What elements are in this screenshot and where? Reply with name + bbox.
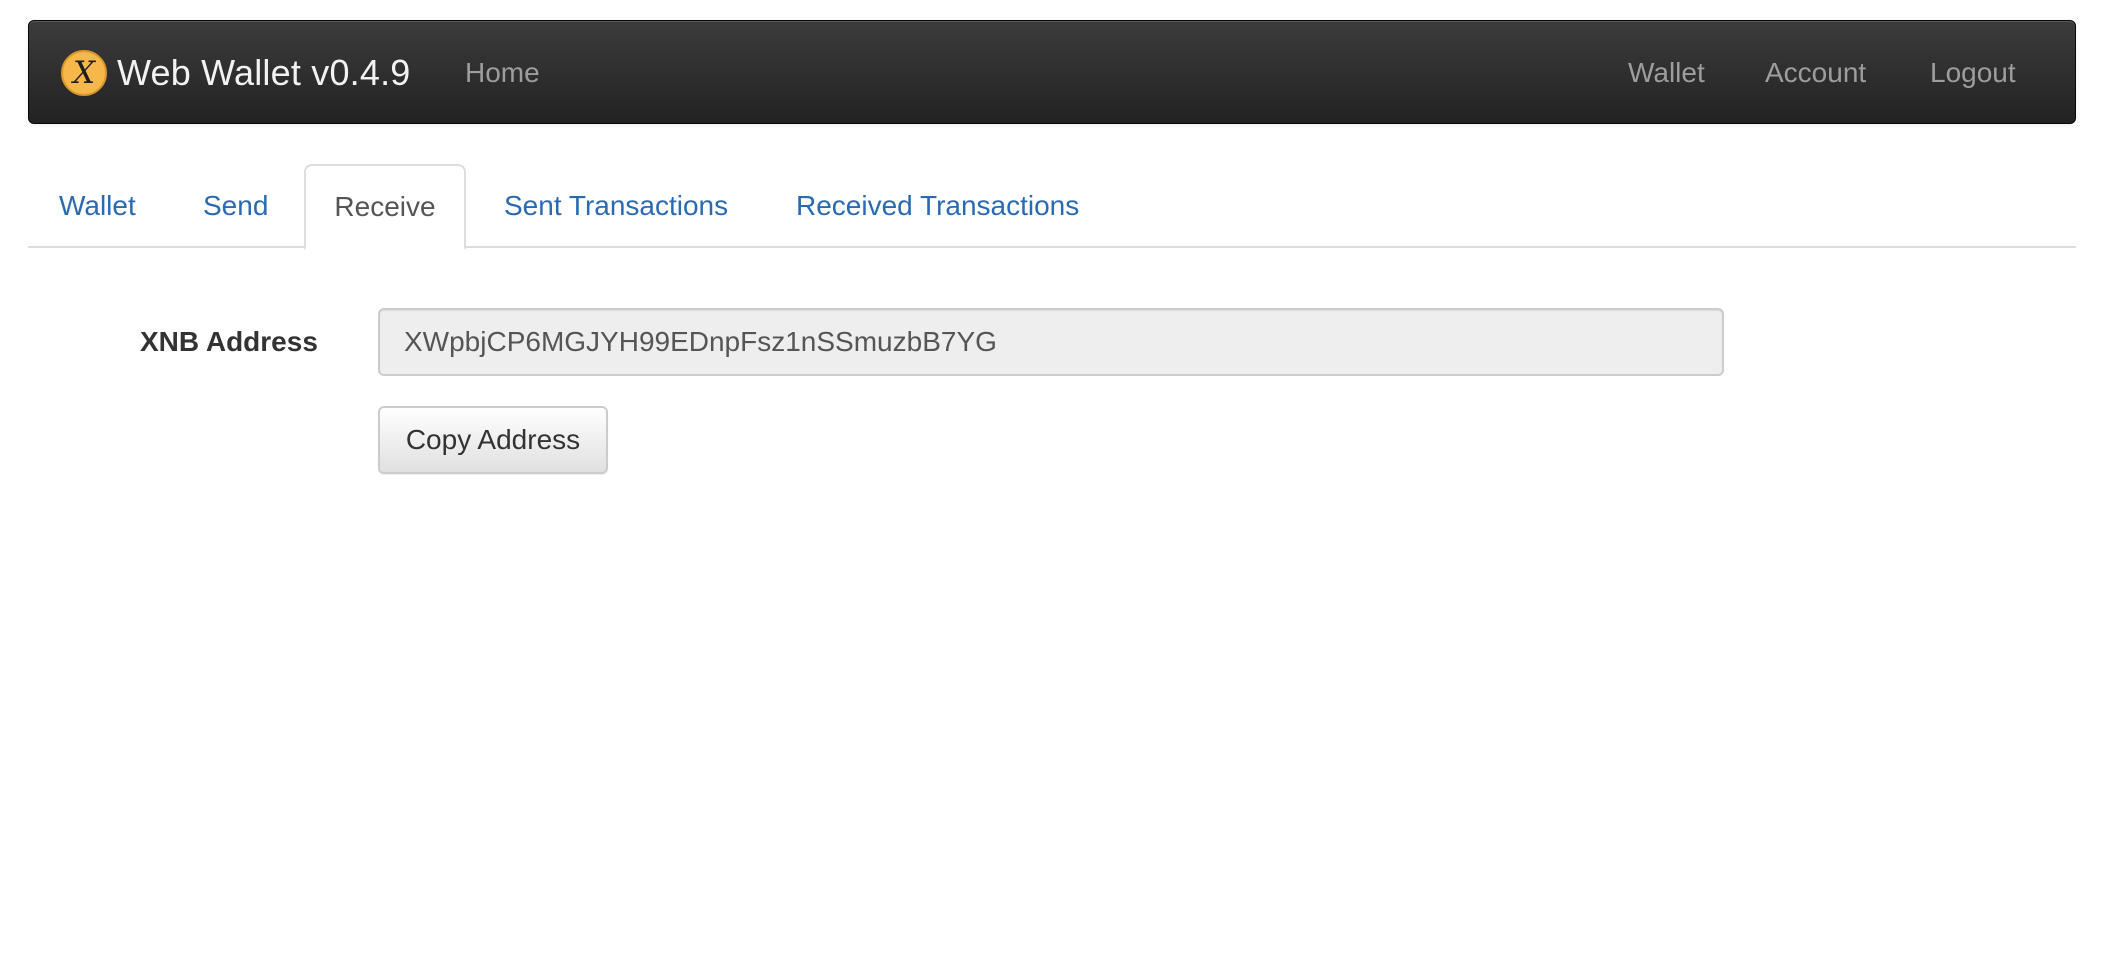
brand-link[interactable]: X Web Wallet v0.4.9 <box>61 21 411 125</box>
tab-receive[interactable]: Receive <box>304 164 466 250</box>
nav-account-link[interactable]: Account <box>1765 21 1866 125</box>
logo-letter: X <box>72 54 96 91</box>
brand-title: Web Wallet v0.4.9 <box>117 52 411 93</box>
nav-wallet-link[interactable]: Wallet <box>1628 21 1705 125</box>
copy-address-button[interactable]: Copy Address <box>378 406 608 474</box>
top-navbar: X Web Wallet v0.4.9 Home Wallet Account … <box>28 20 2076 124</box>
tab-wallet[interactable]: Wallet <box>59 164 136 248</box>
address-label: XNB Address <box>140 326 318 357</box>
tab-sent-transactions[interactable]: Sent Transactions <box>504 164 728 248</box>
tab-received-transactions[interactable]: Received Transactions <box>796 164 1079 248</box>
address-field[interactable] <box>378 308 1724 376</box>
nav-home-link[interactable]: Home <box>465 21 540 125</box>
tab-send[interactable]: Send <box>203 164 268 248</box>
nav-logout-link[interactable]: Logout <box>1930 21 2016 125</box>
x-coin-logo-icon: X <box>61 50 107 96</box>
wallet-tabs: Wallet Send Receive Sent Transactions Re… <box>28 164 2076 250</box>
